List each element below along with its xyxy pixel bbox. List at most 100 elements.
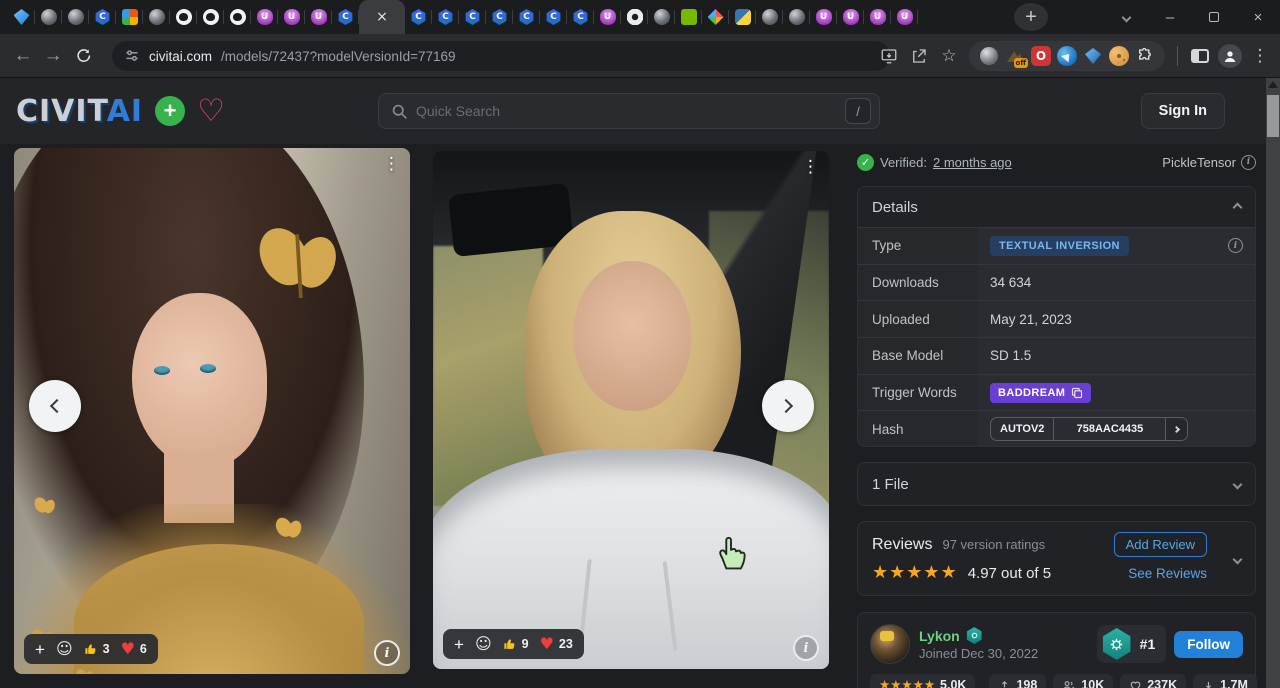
favorites-heart-icon[interactable]: ♡	[197, 96, 225, 127]
extension-globe-icon[interactable]	[979, 46, 999, 66]
minimize-button[interactable]: –	[1148, 0, 1192, 34]
tab-globe[interactable]	[783, 0, 810, 34]
carousel-prev-button[interactable]	[29, 380, 81, 432]
tab-civitai[interactable]: C	[513, 0, 540, 34]
tab-civitai[interactable]: C	[486, 0, 513, 34]
extension-translate-icon[interactable]	[1057, 46, 1077, 66]
tab-globe[interactable]	[648, 0, 675, 34]
creator-rating-stat[interactable]: ★★★★★ 5.0K	[870, 674, 975, 688]
tab-globe[interactable]	[143, 0, 170, 34]
creator-avatar[interactable]	[870, 624, 910, 664]
create-button[interactable]: +	[155, 96, 185, 126]
trigger-word-badge[interactable]: BADDREAM	[990, 383, 1091, 403]
scrollbar-thumb[interactable]	[1267, 95, 1279, 137]
tab-civitai[interactable]: C	[432, 0, 459, 34]
tab-ubuntu[interactable]: U	[594, 0, 621, 34]
files-accordion[interactable]: 1 File	[857, 462, 1256, 506]
search-bar[interactable]: /	[378, 93, 880, 129]
page-scrollbar[interactable]	[1266, 78, 1280, 688]
profile-button[interactable]	[1216, 42, 1244, 70]
extension-cookie-icon[interactable]	[1109, 46, 1129, 66]
hash-expand-button[interactable]	[1165, 418, 1187, 440]
creator-uploads-stat[interactable]: 198	[989, 674, 1046, 688]
tab-github[interactable]	[224, 0, 251, 34]
tab-gear[interactable]	[621, 0, 648, 34]
tab-globe[interactable]	[756, 0, 783, 34]
tab-search-button[interactable]	[1104, 0, 1148, 34]
heart-reaction[interactable]: ♥ 23	[540, 636, 573, 652]
image-info-button[interactable]: i	[374, 640, 400, 666]
tab-python[interactable]	[729, 0, 756, 34]
tab-ubuntu[interactable]: U	[891, 0, 918, 34]
add-reaction-button[interactable]: +	[35, 641, 45, 658]
tab-grid[interactable]	[116, 0, 143, 34]
details-header[interactable]: Details	[858, 187, 1255, 227]
tab-globe[interactable]	[35, 0, 62, 34]
extension-gem-icon[interactable]	[1083, 46, 1103, 66]
tab-github[interactable]	[197, 0, 224, 34]
tab-ubuntu[interactable]: U	[251, 0, 278, 34]
smiley-reaction-icon[interactable]: ☺	[56, 641, 73, 657]
tab-civitai[interactable]: C	[567, 0, 594, 34]
tab-civitai[interactable]: C	[89, 0, 116, 34]
creator-name[interactable]: Lykon	[919, 628, 960, 644]
side-panel-button[interactable]	[1186, 42, 1214, 70]
tab-ubuntu[interactable]: U	[810, 0, 837, 34]
extension-off-icon[interactable]: off	[1005, 46, 1025, 66]
browser-menu-button[interactable]: ⋮	[1246, 42, 1274, 70]
tab-gem[interactable]	[8, 0, 35, 34]
type-badge[interactable]: TEXTUAL INVERSION	[990, 236, 1129, 256]
follow-button[interactable]: Follow	[1174, 631, 1243, 658]
smiley-reaction-icon[interactable]: ☺	[475, 636, 492, 652]
type-info-icon[interactable]: i	[1228, 238, 1243, 253]
thumbs-up-reaction[interactable]: 9	[503, 637, 529, 651]
site-info-icon[interactable]	[124, 48, 140, 64]
extension-o-icon[interactable]: O	[1031, 46, 1051, 66]
scroll-up-arrow-icon[interactable]	[1268, 81, 1278, 88]
tab-ubuntu[interactable]: U	[864, 0, 891, 34]
creator-followers-stat[interactable]: 10K	[1053, 674, 1113, 688]
image-info-button[interactable]: i	[793, 635, 819, 661]
new-tab-button[interactable]: +	[1014, 3, 1048, 31]
close-tab-icon[interactable]: ×	[374, 9, 390, 25]
civitai-logo[interactable]: CIVITAI	[16, 94, 143, 129]
carousel-next-button[interactable]	[762, 380, 814, 432]
sign-in-button[interactable]: Sign In	[1141, 93, 1225, 129]
tab-civitai[interactable]: C	[405, 0, 432, 34]
tab-nvidia[interactable]	[675, 0, 702, 34]
forward-button[interactable]: →	[38, 41, 68, 71]
see-reviews-link[interactable]: See Reviews	[1128, 566, 1207, 581]
hash-pill[interactable]: AUTOV2 758AAC4435	[990, 417, 1188, 441]
tab-diamond[interactable]	[702, 0, 729, 34]
tab-github[interactable]	[170, 0, 197, 34]
add-reaction-button[interactable]: +	[454, 636, 464, 653]
tab-civitai[interactable]: C	[332, 0, 359, 34]
add-review-button[interactable]: Add Review	[1114, 532, 1207, 557]
tab-ubuntu[interactable]: U	[837, 0, 864, 34]
extensions-menu-button[interactable]	[1135, 46, 1155, 66]
verified-time-link[interactable]: 2 months ago	[933, 155, 1012, 170]
heart-reaction[interactable]: ♥ 6	[121, 641, 147, 657]
install-app-button[interactable]	[875, 42, 903, 70]
tab-ubuntu[interactable]: U	[305, 0, 332, 34]
search-input[interactable]	[416, 103, 837, 119]
creator-rank-chip[interactable]: #1	[1097, 625, 1167, 663]
tab-civitai[interactable]: C	[459, 0, 486, 34]
tab-ubuntu[interactable]: U	[278, 0, 305, 34]
reload-button[interactable]	[68, 41, 98, 71]
maximize-button[interactable]	[1192, 0, 1236, 34]
thumbs-up-reaction[interactable]: 3	[84, 642, 110, 656]
creator-downloads-stat[interactable]: 1.7M	[1193, 674, 1257, 688]
active-tab[interactable]: ×	[359, 0, 405, 34]
image-menu-button[interactable]: ⋮	[802, 159, 819, 176]
tab-globe[interactable]	[62, 0, 89, 34]
creator-likes-stat[interactable]: 237K	[1120, 674, 1186, 688]
bookmark-button[interactable]: ☆	[935, 42, 963, 70]
close-button[interactable]: ×	[1236, 0, 1280, 34]
address-bar[interactable]: civitai.com/models/72437?modelVersionId=…	[112, 41, 890, 71]
pickletensor-info-icon[interactable]: i	[1241, 155, 1256, 170]
back-button[interactable]: ←	[8, 41, 38, 71]
image-menu-button[interactable]: ⋮	[383, 156, 400, 173]
tab-civitai[interactable]: C	[540, 0, 567, 34]
share-button[interactable]	[905, 42, 933, 70]
